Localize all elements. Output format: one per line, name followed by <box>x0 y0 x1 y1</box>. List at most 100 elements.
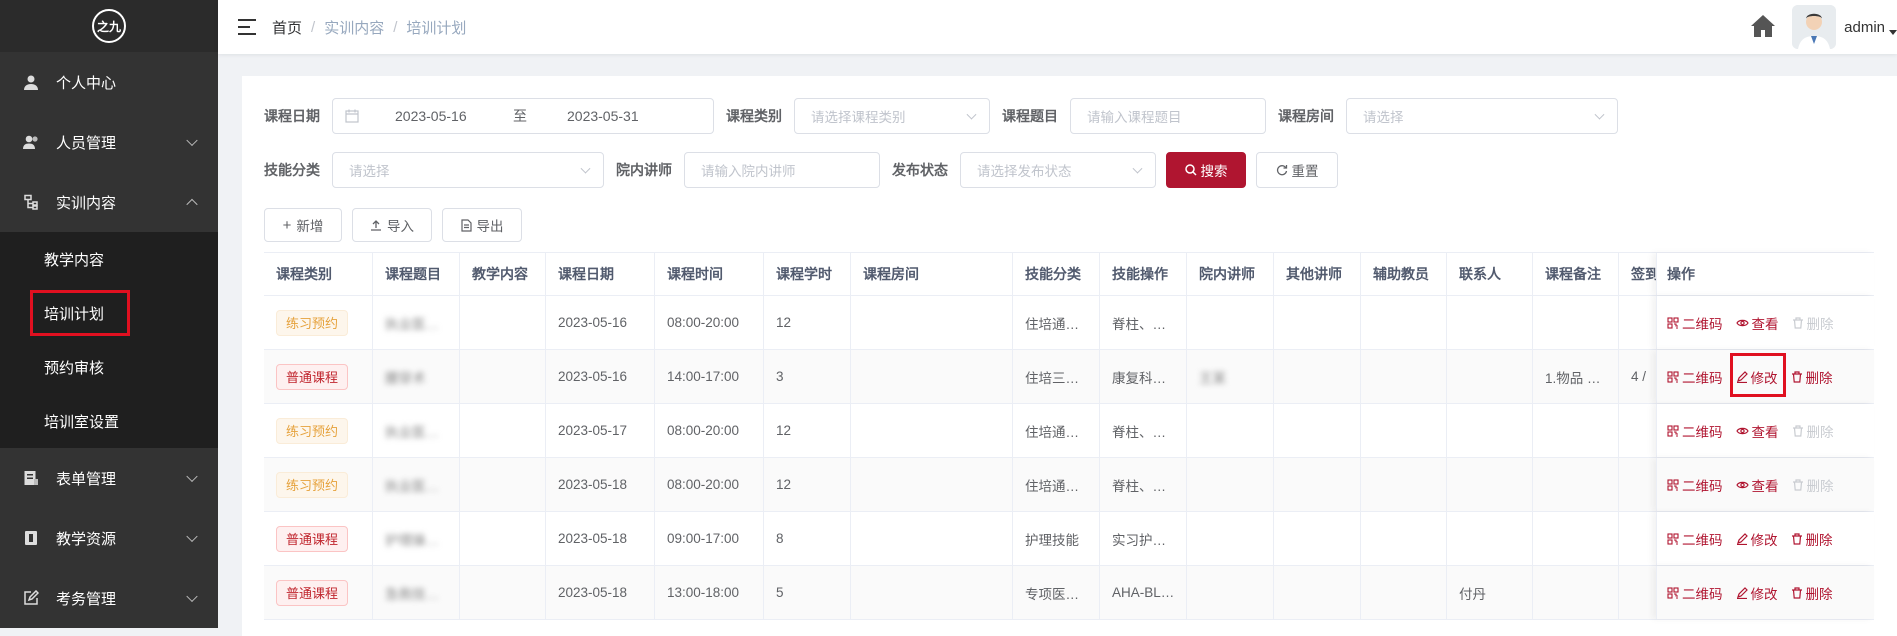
cell-lecturer <box>1187 458 1274 511</box>
qrcode-action-label: 二维码 <box>1682 532 1723 548</box>
username[interactable]: admin <box>1844 19 1885 36</box>
cell-content <box>460 566 546 619</box>
cell-text: 2023-05-18 <box>558 477 628 492</box>
cell-text: 执业医… <box>385 424 439 440</box>
cell-hours: 5 <box>764 566 851 619</box>
date-start[interactable]: 2023-05-16 <box>395 108 513 124</box>
cell-note <box>1533 458 1619 511</box>
import-button[interactable]: 导入 <box>352 208 432 242</box>
sidebar-item-training-content[interactable]: 实训内容 <box>0 172 218 232</box>
cell-text: 12 <box>776 423 792 438</box>
tree-icon <box>22 193 40 211</box>
sidebar-subitem-room-settings[interactable]: 培训室设置 <box>0 394 218 448</box>
qrcode-action[interactable]: 二维码 <box>1667 313 1723 333</box>
course-type-badge: 练习预约 <box>276 417 349 444</box>
cell-room <box>851 512 1013 565</box>
delete-action[interactable]: 删除 <box>1791 583 1833 603</box>
cell-text: 执业医… <box>385 478 439 494</box>
navbar: 首页 / 实训内容 / 培训计划 admin <box>218 0 1897 54</box>
breadcrumb-home[interactable]: 首页 <box>272 17 302 38</box>
sidebar-subitem-training-plan[interactable]: 培训计划 <box>0 286 218 340</box>
qrcode-action[interactable]: 二维码 <box>1667 367 1723 387</box>
cell-text: 实习护… <box>1112 532 1166 548</box>
column-header-contact: 联系人 <box>1447 253 1533 295</box>
edit-action[interactable]: 修改 <box>1736 583 1778 603</box>
sidebar-item-exam-management[interactable]: 考务管理 <box>0 568 218 628</box>
trash-icon <box>1791 370 1803 383</box>
delete-action[interactable]: 删除 <box>1791 529 1833 549</box>
status-select[interactable]: 请选择发布状态 <box>960 152 1156 188</box>
edit-icon <box>22 589 40 607</box>
cell-hours: 12 <box>764 296 851 349</box>
navbar-right: admin <box>1750 0 1897 54</box>
avatar[interactable] <box>1792 5 1837 49</box>
add-button[interactable]: + 新增 <box>264 208 342 242</box>
edit-icon <box>1736 532 1748 545</box>
cell-text: 专项医… <box>1025 586 1079 602</box>
edit-action[interactable]: 修改 <box>1736 529 1778 549</box>
qrcode-action[interactable]: 二维码 <box>1667 583 1723 603</box>
sidebar-item-personnel[interactable]: 人员管理 <box>0 112 218 172</box>
view-action[interactable]: 查看 <box>1735 475 1779 495</box>
filter-label-status: 发布状态 <box>892 162 948 178</box>
cell-title: 执业医… <box>373 458 460 511</box>
lecturer-input[interactable]: 请输入院内讲师 <box>684 152 880 188</box>
sidebar-item-teaching-resources[interactable]: 教学资源 <box>0 508 218 568</box>
sidebar-subitem-teaching-content[interactable]: 教学内容 <box>0 232 218 286</box>
cell-contact <box>1447 512 1533 565</box>
date-range-picker[interactable]: 2023-05-16 至 2023-05-31 <box>332 98 714 134</box>
qrcode-action[interactable]: 二维码 <box>1667 421 1723 441</box>
cell-text: 护理技能 <box>1025 532 1079 548</box>
filter-label-date: 课程日期 <box>264 108 320 124</box>
cell-other-lecturer <box>1274 350 1361 403</box>
book-icon <box>22 529 40 547</box>
date-end[interactable]: 2023-05-31 <box>567 108 639 124</box>
sidebar-subitem-booking-review[interactable]: 预约审核 <box>0 340 218 394</box>
caret-down-icon[interactable] <box>1889 29 1897 35</box>
search-button[interactable]: 搜索 <box>1166 152 1246 188</box>
cell-text: 4 / <box>1631 369 1647 384</box>
delete-action[interactable]: 删除 <box>1791 367 1833 387</box>
cell-text: 2023-05-18 <box>558 531 628 546</box>
training-submenu: 教学内容 培训计划 预约审核 培训室设置 <box>0 232 218 448</box>
category-select[interactable]: 请选择课程类别 <box>794 98 990 134</box>
cell-text: 5 <box>776 585 784 600</box>
cell-content <box>460 512 546 565</box>
cell-time: 09:00-17:00 <box>655 512 764 565</box>
cell-text: 脊柱、… <box>1112 478 1166 494</box>
menu-toggle-icon[interactable] <box>238 19 256 35</box>
cell-text: 2023-05-16 <box>558 315 628 330</box>
sidebar-item-form-management[interactable]: 表单管理 <box>0 448 218 508</box>
filter-label-lecturer: 院内讲师 <box>616 162 672 178</box>
view-action[interactable]: 查看 <box>1735 421 1779 441</box>
export-button[interactable]: 导出 <box>442 208 522 242</box>
column-header-skill: 技能分类 <box>1013 253 1100 295</box>
room-select[interactable]: 请选择 <box>1346 98 1618 134</box>
cell-text: 2023-05-18 <box>558 585 628 600</box>
cell-text: 1.物品 … <box>1545 370 1601 386</box>
cell-note <box>1533 566 1619 619</box>
cell-skill: 住培通… <box>1013 404 1100 457</box>
qrcode-action[interactable]: 二维码 <box>1667 475 1723 495</box>
course-type-badge: 普通课程 <box>276 363 349 390</box>
sidebar-item-personal-center[interactable]: 个人中心 <box>0 52 218 112</box>
row-actions: 二维码 查看 删除 <box>1656 296 1874 349</box>
qrcode-action[interactable]: 二维码 <box>1667 529 1723 549</box>
edit-action[interactable]: 修改 <box>1729 352 1786 397</box>
trash-icon <box>1791 586 1803 599</box>
view-action[interactable]: 查看 <box>1735 313 1779 333</box>
sidebar-item-label: 考务管理 <box>56 590 117 608</box>
reset-button[interactable]: 重置 <box>1256 152 1338 188</box>
course-type-badge: 练习预约 <box>276 309 349 336</box>
skill-select[interactable]: 请选择 <box>332 152 604 188</box>
home-icon[interactable] <box>1750 14 1776 41</box>
sidebar-subitem-label: 培训计划 <box>44 305 105 323</box>
cell-text: 12 <box>776 315 792 330</box>
course-type-badge: 普通课程 <box>276 525 349 552</box>
column-header-actions-label: 操作 <box>1667 266 1695 282</box>
topic-input[interactable]: 请输入课程题目 <box>1070 98 1266 134</box>
cell-sign-in: 4 / <box>1619 350 1659 403</box>
table-row: 练习预约 执业医… 2023-05-18 08:00-20:00 12 住培通… 脊柱、… 二… <box>264 458 1874 512</box>
view-action-label: 查看 <box>1751 316 1779 332</box>
form-icon <box>22 469 40 487</box>
